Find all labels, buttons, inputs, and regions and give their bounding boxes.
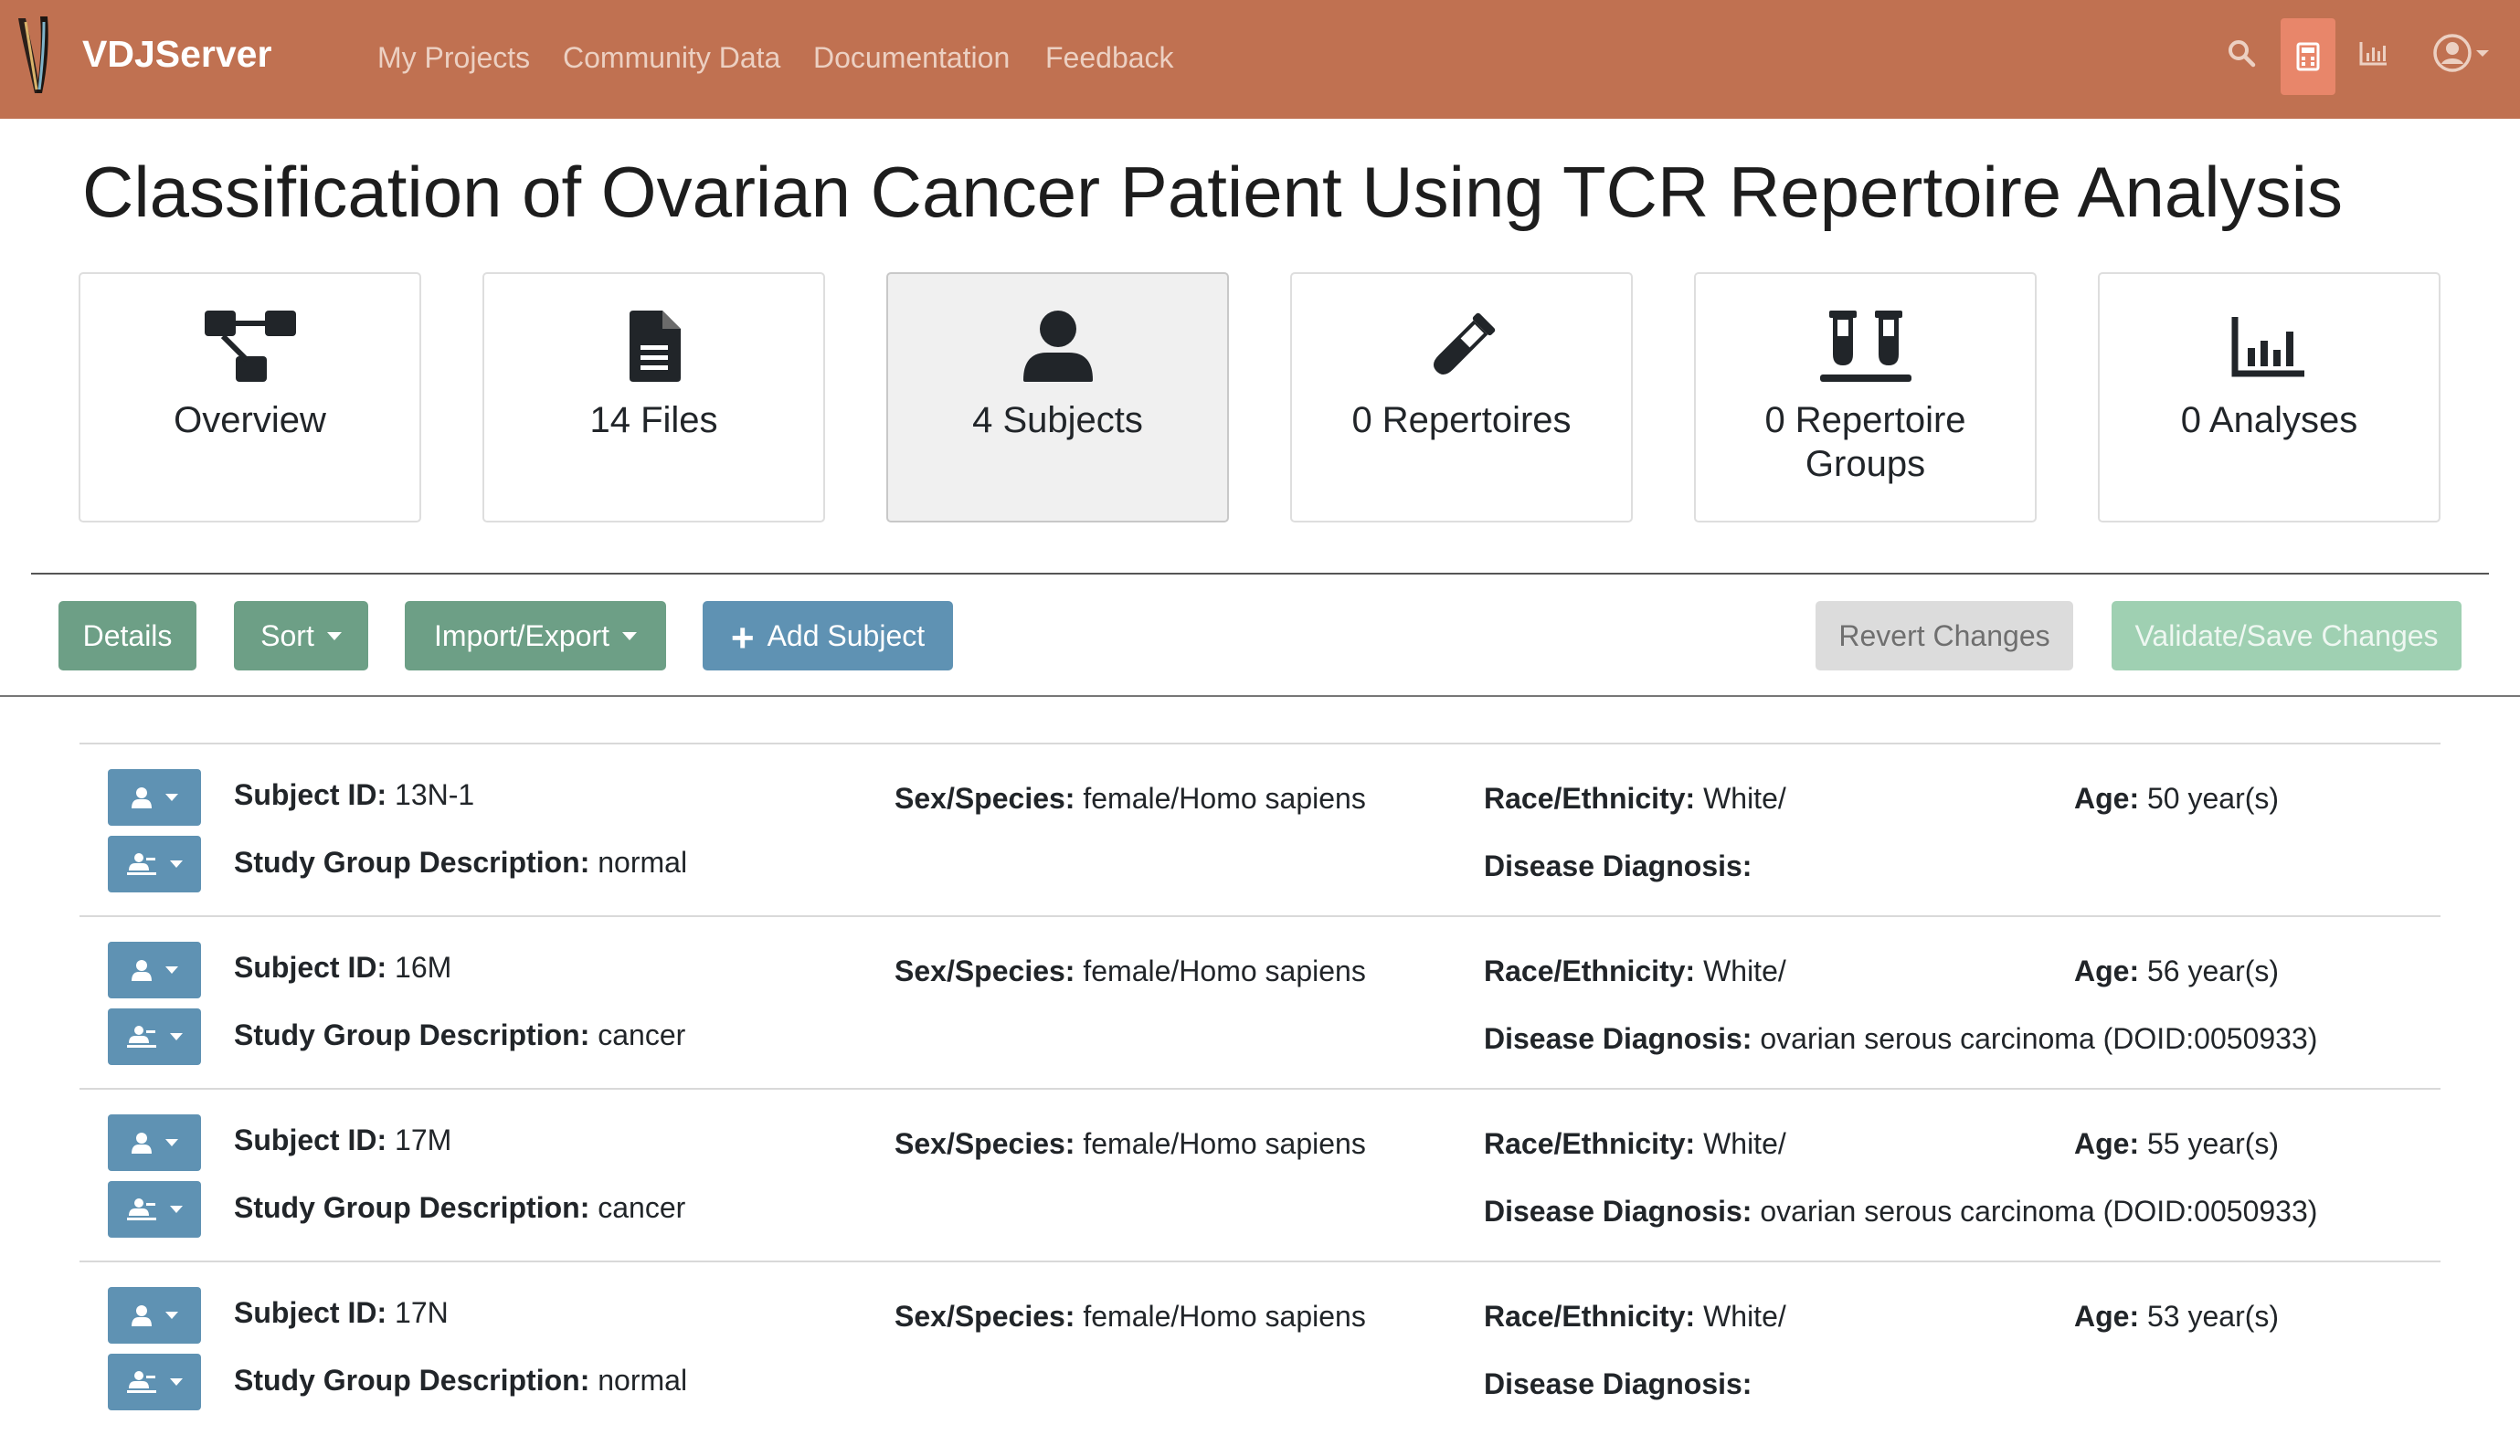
chevron-down-icon [165, 1312, 178, 1319]
row-separator [79, 1088, 2441, 1090]
diagnosis-menu-button[interactable] [108, 1181, 201, 1238]
age-field: Age: 53 year(s) [2074, 1300, 2280, 1333]
bar-chart-icon [2231, 317, 2304, 377]
user-injured-icon [127, 853, 156, 875]
user-icon [132, 787, 152, 808]
tab-subjects[interactable]: 4 Subjects [886, 272, 1229, 522]
row-separator [79, 743, 2441, 744]
vdjserver-logo-icon[interactable] [13, 13, 58, 97]
age-field: Age: 50 year(s) [2074, 782, 2280, 815]
study-group-field: Study Group Description: normal [234, 846, 688, 879]
chevron-down-icon [326, 632, 342, 641]
chevron-down-icon [170, 860, 183, 868]
tab-repertoires[interactable]: 0 Repertoires [1290, 272, 1633, 522]
tab-label: 0 Analyses [2180, 400, 2358, 440]
diagnosis-menu-button[interactable] [108, 1354, 201, 1410]
user-icon [1022, 311, 1093, 382]
chevron-down-icon [170, 1378, 183, 1386]
nav-my-projects[interactable]: My Projects [377, 35, 530, 80]
age-field: Age: 56 year(s) [2074, 955, 2280, 987]
row-separator [79, 1261, 2441, 1262]
chevron-down-icon [165, 966, 178, 974]
subject-id-field: Subject ID: 13N-1 [234, 778, 475, 811]
chevron-down-icon [2476, 50, 2489, 57]
disease-diagnosis-field: Disease Diagnosis: [1484, 1367, 1752, 1400]
study-group-field: Study Group Description: normal [234, 1364, 688, 1397]
calculator-icon[interactable] [2281, 18, 2335, 95]
tab-label: 14 Files [589, 400, 718, 440]
user-injured-icon [127, 1026, 156, 1048]
plus-icon: + [730, 615, 755, 660]
race-ethnicity-field: Race/Ethnicity: White/ [1484, 1300, 1786, 1333]
sex-species-field: Sex/Species: female/Homo sapiens [895, 1300, 1366, 1333]
file-icon [629, 311, 681, 382]
tab-label: 4 Subjects [972, 400, 1143, 440]
race-ethnicity-field: Race/Ethnicity: White/ [1484, 782, 1786, 815]
row-separator [79, 915, 2441, 917]
chart-icon[interactable] [2356, 35, 2392, 71]
study-group-field: Study Group Description: cancer [234, 1191, 686, 1224]
project-tree-icon [204, 311, 296, 382]
user-account-icon[interactable] [2421, 29, 2504, 77]
sex-species-field: Sex/Species: female/Homo sapiens [895, 782, 1366, 815]
top-navbar: VDJServer My Projects Community Data Doc… [0, 0, 2520, 119]
subject-menu-button[interactable] [108, 1287, 201, 1344]
disease-diagnosis-field: Disease Diagnosis: ovarian serous carcin… [1484, 1195, 2318, 1228]
tab-label: 0 Repertoires [1351, 400, 1572, 440]
nav-documentation[interactable]: Documentation [813, 35, 1010, 80]
race-ethnicity-field: Race/Ethnicity: White/ [1484, 955, 1786, 987]
chevron-down-icon [622, 632, 638, 641]
tab-repertoire-groups[interactable]: 0 Repertoire Groups [1694, 272, 2037, 522]
chevron-down-icon [165, 794, 178, 801]
user-injured-icon [127, 1371, 156, 1393]
user-icon [132, 960, 152, 981]
tab-files[interactable]: 14 Files [482, 272, 825, 522]
page-title: Classification of Ovarian Cancer Patient… [82, 152, 2343, 232]
section-divider [31, 573, 2489, 575]
brand-name[interactable]: VDJServer [82, 27, 271, 80]
sex-species-field: Sex/Species: female/Homo sapiens [895, 955, 1366, 987]
sort-button[interactable]: Sort [234, 601, 368, 670]
chevron-down-icon [170, 1206, 183, 1213]
nav-feedback[interactable]: Feedback [1045, 35, 1174, 80]
user-injured-icon [127, 1198, 156, 1220]
age-field: Age: 55 year(s) [2074, 1127, 2280, 1160]
diagnosis-menu-button[interactable] [108, 1008, 201, 1065]
toolbar-divider [0, 695, 2520, 697]
details-button[interactable]: Details [58, 601, 196, 670]
diagnosis-menu-button[interactable] [108, 836, 201, 892]
subject-menu-button[interactable] [108, 942, 201, 998]
chevron-down-icon [165, 1139, 178, 1146]
subject-id-field: Subject ID: 17M [234, 1124, 452, 1156]
nav-community-data[interactable]: Community Data [563, 35, 780, 80]
study-group-field: Study Group Description: cancer [234, 1018, 686, 1051]
subject-menu-button[interactable] [108, 769, 201, 826]
chevron-down-icon [170, 1033, 183, 1040]
revert-changes-button[interactable]: Revert Changes [1816, 601, 2073, 670]
user-icon [132, 1133, 152, 1154]
add-subject-button[interactable]: + Add Subject [703, 601, 953, 670]
tab-analyses[interactable]: 0 Analyses [2098, 272, 2441, 522]
disease-diagnosis-field: Disease Diagnosis: [1484, 849, 1752, 882]
sex-species-field: Sex/Species: female/Homo sapiens [895, 1127, 1366, 1160]
race-ethnicity-field: Race/Ethnicity: White/ [1484, 1127, 1786, 1160]
subject-menu-button[interactable] [108, 1114, 201, 1171]
tab-label: Overview [174, 400, 326, 440]
subject-id-field: Subject ID: 16M [234, 951, 452, 984]
subject-id-field: Subject ID: 17N [234, 1296, 449, 1329]
validate-save-button[interactable]: Validate/Save Changes [2112, 601, 2462, 670]
tab-label: 0 Repertoire Groups [1764, 400, 1966, 484]
import-export-button[interactable]: Import/Export [405, 601, 666, 670]
search-icon[interactable] [2222, 33, 2261, 73]
user-icon [132, 1305, 152, 1326]
vials-icon [1819, 311, 1911, 382]
disease-diagnosis-field: Disease Diagnosis: ovarian serous carcin… [1484, 1022, 2318, 1055]
tab-overview[interactable]: Overview [79, 272, 421, 522]
vial-icon [1433, 312, 1495, 375]
